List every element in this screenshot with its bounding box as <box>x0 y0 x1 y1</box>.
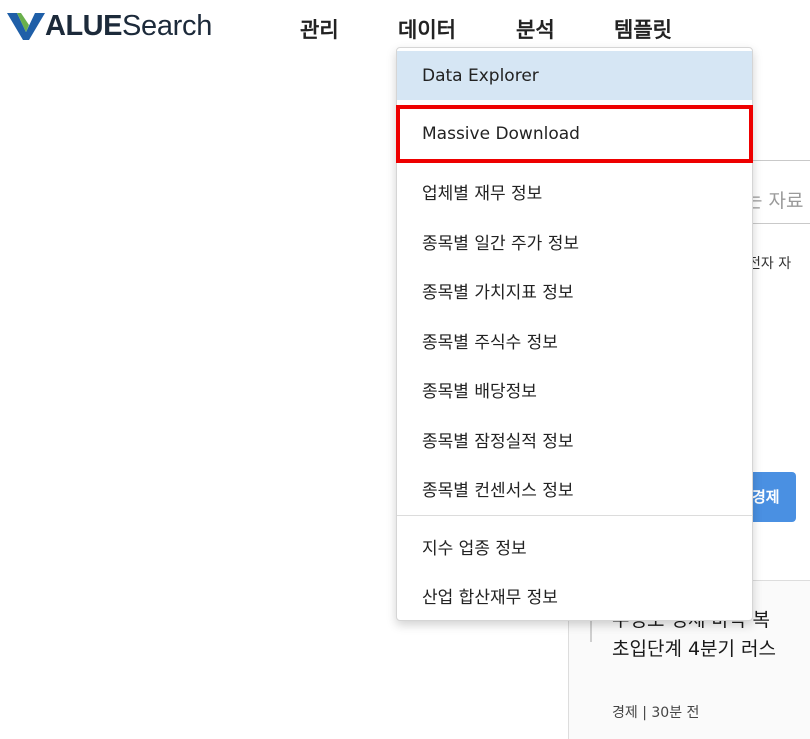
logo-text-bold: ALUE <box>45 9 122 42</box>
menu-item-label: 종목별 주식수 정보 <box>422 333 558 353</box>
nav-item-manage[interactable]: 관리 <box>300 14 339 44</box>
menu-item-preliminary-earnings[interactable]: 종목별 잠정실적 정보 <box>397 415 752 464</box>
nav-item-template[interactable]: 템플릿 <box>614 14 672 44</box>
menu-item-label: 산업 합산재무 정보 <box>422 588 558 608</box>
menu-item-label: 종목별 배당정보 <box>422 382 537 402</box>
menu-item-label: 종목별 잠정실적 정보 <box>422 432 574 452</box>
data-dropdown-menu: Data Explorer Massive Download 업체별 재무 정보… <box>396 47 753 621</box>
valuesearch-logo[interactable]: ALUE Search <box>6 8 212 44</box>
category-chip-label: 경제 <box>752 488 780 506</box>
news-card-accent-bar <box>590 620 592 642</box>
menu-item-label: 지수 업종 정보 <box>422 539 527 559</box>
menu-item-data-explorer[interactable]: Data Explorer <box>397 51 752 100</box>
menu-item-index-sector[interactable]: 지수 업종 정보 <box>397 522 752 571</box>
menu-item-label: 종목별 가치지표 정보 <box>422 283 574 303</box>
menu-item-company-financials[interactable]: 업체별 재무 정보 <box>397 167 752 216</box>
menu-item-label: Massive Download <box>422 123 580 144</box>
menu-item-label: 종목별 일간 주가 정보 <box>422 234 579 254</box>
search-hint-text: 전자 자 <box>748 256 792 272</box>
menu-item-industry-aggregate[interactable]: 산업 합산재무 정보 <box>397 571 752 620</box>
nav-item-data[interactable]: 데이터 <box>398 14 456 44</box>
nav-item-analysis[interactable]: 분석 <box>516 14 555 44</box>
search-placeholder: 는 자료 <box>745 190 804 212</box>
menu-divider <box>397 515 752 516</box>
page: ALUE Search 관리 데이터 분석 템플릿 는 자료 전자 자 경제 수… <box>0 0 810 739</box>
menu-item-massive-download[interactable]: Massive Download <box>397 109 752 158</box>
menu-item-label: 업체별 재무 정보 <box>422 184 543 204</box>
menu-item-label: Data Explorer <box>422 65 539 86</box>
menu-item-daily-stock-price[interactable]: 종목별 일간 주가 정보 <box>397 217 752 266</box>
logo-text-light: Search <box>121 9 213 42</box>
menu-item-share-count[interactable]: 종목별 주식수 정보 <box>397 316 752 365</box>
menu-item-dividend[interactable]: 종목별 배당정보 <box>397 365 752 414</box>
menu-item-consensus[interactable]: 종목별 컨센서스 정보 <box>397 464 752 513</box>
menu-item-label: 종목별 컨센서스 정보 <box>422 481 574 501</box>
menu-item-value-indicators[interactable]: 종목별 가치지표 정보 <box>397 266 752 315</box>
news-meta: 경제 | 30분 전 <box>612 705 700 721</box>
logo-v-mark-icon <box>7 13 45 40</box>
